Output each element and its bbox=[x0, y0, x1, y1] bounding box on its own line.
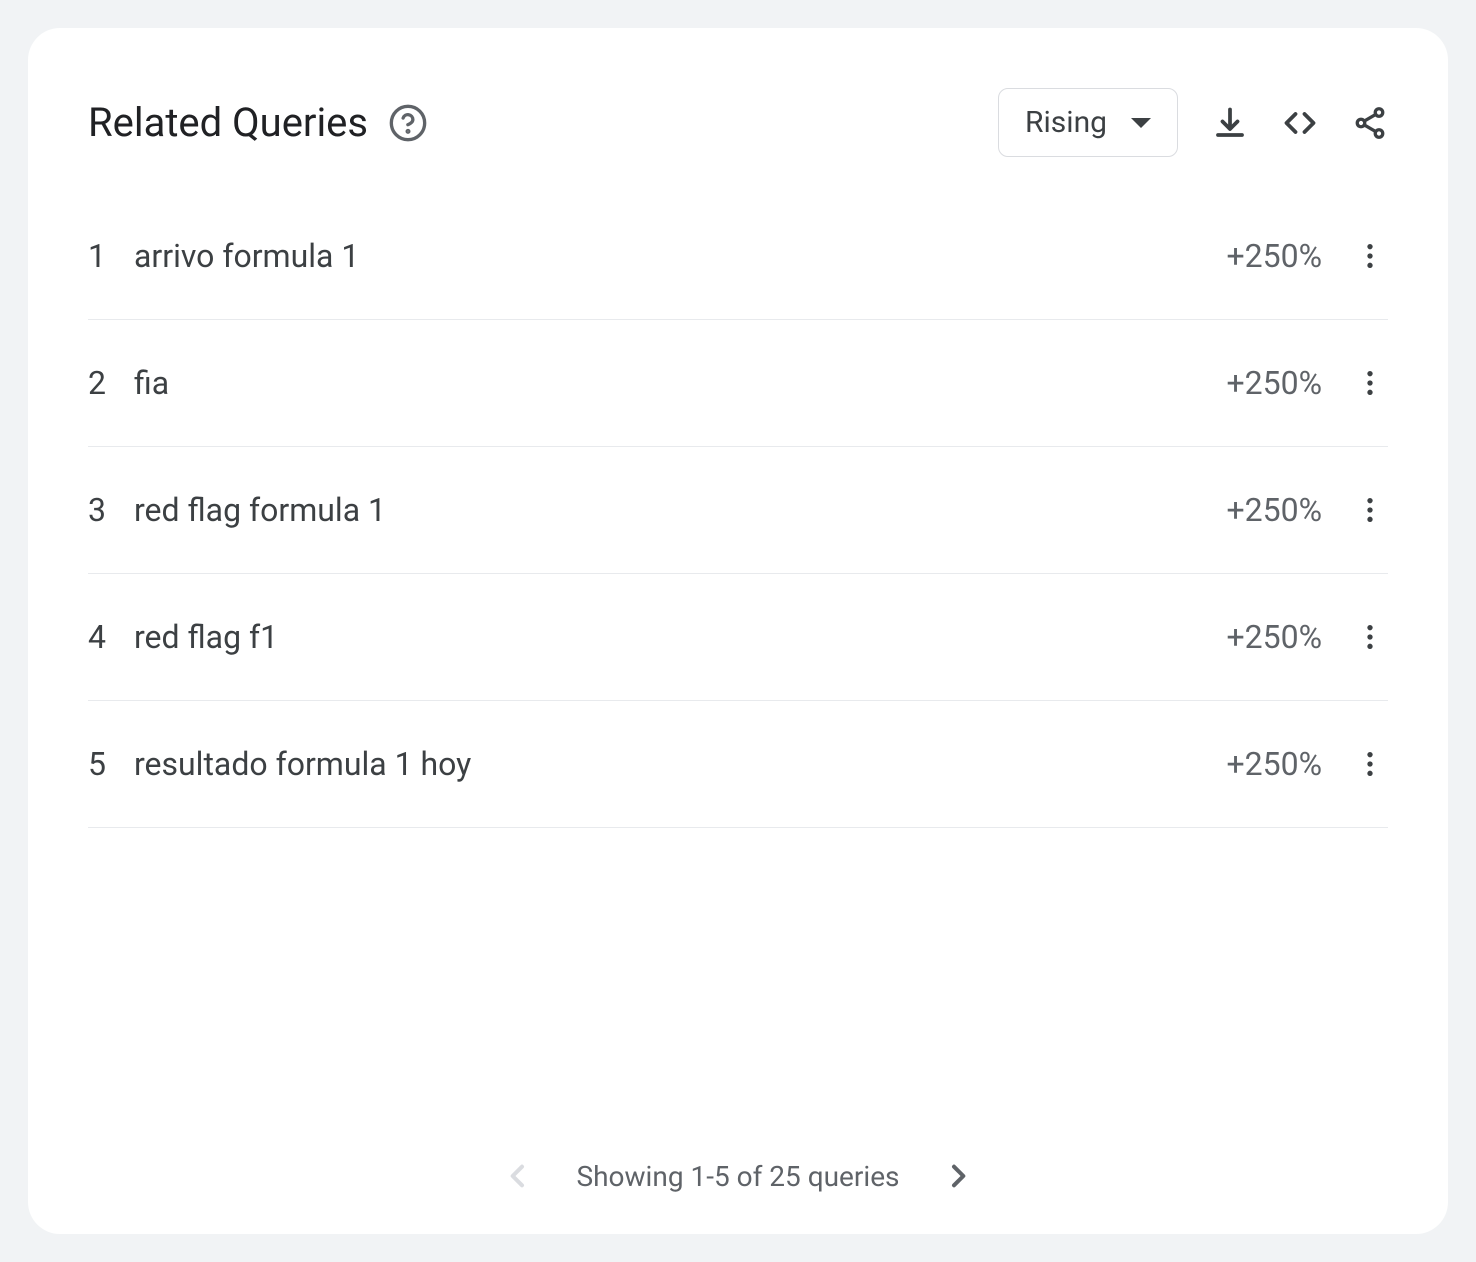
query-text: arrivo formula 1 bbox=[134, 237, 1226, 275]
embed-icon[interactable] bbox=[1282, 105, 1318, 141]
query-text: red flag formula 1 bbox=[134, 491, 1226, 529]
query-text: fia bbox=[134, 364, 1226, 402]
query-list: 1 arrivo formula 1 +250% 2 fia +250% 3 r… bbox=[88, 237, 1388, 1098]
query-value: +250% bbox=[1226, 364, 1322, 402]
list-item[interactable]: 1 arrivo formula 1 +250% bbox=[88, 237, 1388, 320]
more-vert-icon[interactable] bbox=[1352, 746, 1388, 782]
more-vert-icon[interactable] bbox=[1352, 492, 1388, 528]
list-item[interactable]: 3 red flag formula 1 +250% bbox=[88, 447, 1388, 574]
pagination-footer: Showing 1-5 of 25 queries bbox=[88, 1098, 1388, 1194]
query-value: +250% bbox=[1226, 618, 1322, 656]
rank: 1 bbox=[88, 237, 134, 275]
rank: 4 bbox=[88, 618, 134, 656]
share-icon[interactable] bbox=[1352, 105, 1388, 141]
query-value: +250% bbox=[1226, 491, 1322, 529]
more-vert-icon[interactable] bbox=[1352, 365, 1388, 401]
header-right: Rising bbox=[998, 88, 1388, 157]
rank: 3 bbox=[88, 491, 134, 529]
header-left: Related Queries bbox=[88, 99, 428, 146]
chevron-down-icon bbox=[1131, 118, 1151, 128]
list-item[interactable]: 2 fia +250% bbox=[88, 320, 1388, 447]
related-queries-card: Related Queries Rising bbox=[28, 28, 1448, 1234]
sort-dropdown[interactable]: Rising bbox=[998, 88, 1178, 157]
card-header: Related Queries Rising bbox=[88, 88, 1388, 157]
more-vert-icon[interactable] bbox=[1352, 619, 1388, 655]
help-icon[interactable] bbox=[388, 103, 428, 143]
list-item[interactable]: 5 resultado formula 1 hoy +250% bbox=[88, 701, 1388, 828]
query-value: +250% bbox=[1226, 237, 1322, 275]
list-item[interactable]: 4 red flag f1 +250% bbox=[88, 574, 1388, 701]
query-value: +250% bbox=[1226, 745, 1322, 783]
pagination-text: Showing 1-5 of 25 queries bbox=[576, 1160, 899, 1193]
rank: 2 bbox=[88, 364, 134, 402]
more-vert-icon[interactable] bbox=[1352, 238, 1388, 274]
card-title: Related Queries bbox=[88, 99, 368, 146]
download-icon[interactable] bbox=[1212, 105, 1248, 141]
dropdown-label: Rising bbox=[1025, 105, 1107, 140]
query-text: red flag f1 bbox=[134, 618, 1226, 656]
prev-page-button bbox=[500, 1158, 536, 1194]
rank: 5 bbox=[88, 745, 134, 783]
query-text: resultado formula 1 hoy bbox=[134, 745, 1226, 783]
next-page-button[interactable] bbox=[940, 1158, 976, 1194]
